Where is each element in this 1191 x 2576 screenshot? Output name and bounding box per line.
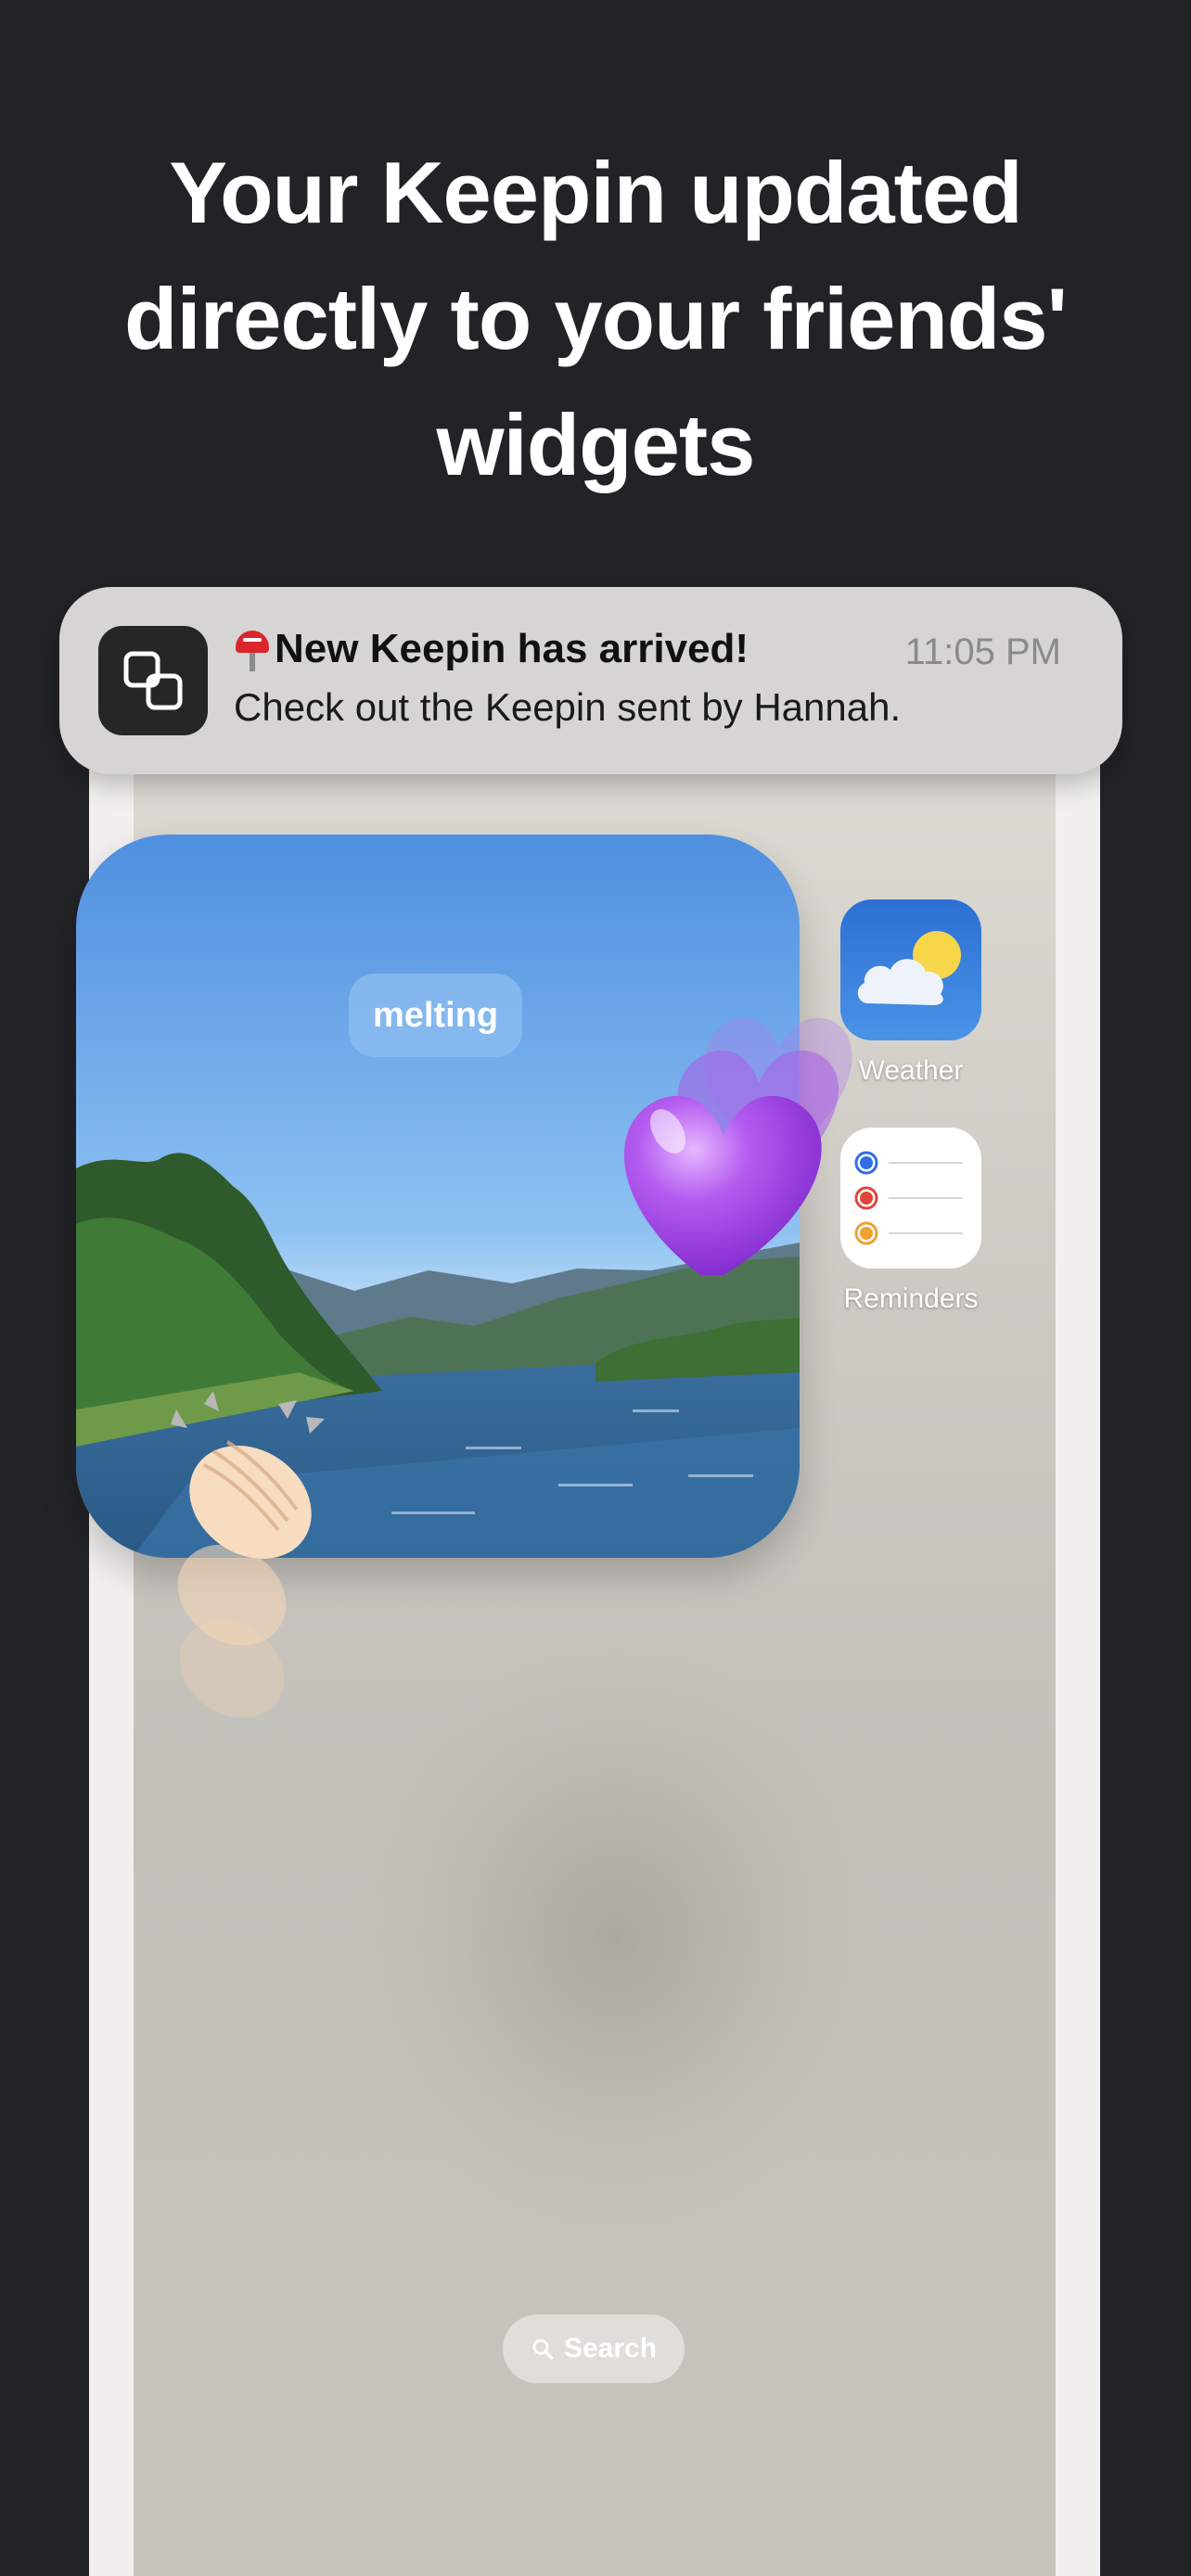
search-label: Search [563, 2333, 658, 2364]
app-reminders[interactable]: Reminders [840, 1128, 981, 1315]
search-icon [532, 2339, 554, 2360]
reminders-icon [840, 1128, 981, 1269]
search-button[interactable]: Search [503, 2315, 685, 2383]
keepin-app-icon [98, 626, 208, 735]
notification-banner[interactable]: New Keepin has arrived! 11:05 PM Check o… [59, 587, 1122, 774]
purple-heart-icon [623, 1017, 852, 1275]
app-weather-label: Weather [858, 1055, 964, 1086]
notification-title: New Keepin has arrived! [234, 626, 749, 672]
headline-line-3: widgets [436, 396, 756, 493]
app-weather[interactable]: Weather [840, 899, 981, 1087]
headline-line-1: Your Keepin updated [169, 144, 1022, 241]
weather-icon [840, 899, 981, 1040]
app-reminders-label: Reminders [843, 1283, 979, 1314]
mailbox-icon [234, 627, 271, 671]
notification-body: Check out the Keepin sent by Hannah. [234, 685, 902, 729]
headline-line-2: directly to your friends' [124, 270, 1068, 367]
wallpaper-blur [356, 1651, 876, 2225]
clapping-hands-icon [171, 1391, 325, 1718]
notification-time: 11:05 PM [904, 631, 1061, 672]
headline: Your Keepin updated directly to your fri… [0, 130, 1191, 508]
keepin-squares-icon [123, 651, 183, 710]
keyword-chip: melting [349, 974, 523, 1057]
notification-title-text: New Keepin has arrived! [275, 626, 749, 671]
